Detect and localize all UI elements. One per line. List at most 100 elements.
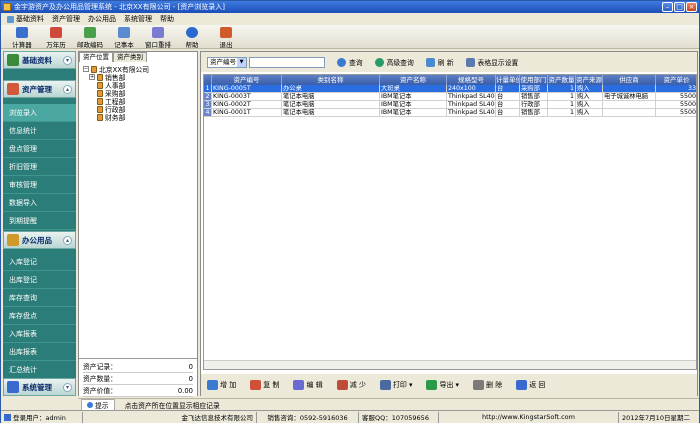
menu-system-manage[interactable]: 系统管理 <box>120 13 156 25</box>
nav-item-data-import[interactable]: 数据导入 <box>3 194 76 212</box>
nav-item-depreciation[interactable]: 折旧管理 <box>3 158 76 176</box>
table-header[interactable]: 类别名称 <box>282 75 380 85</box>
add-button[interactable]: 增 加 <box>207 380 236 390</box>
cell-quantity: 1 <box>548 101 576 109</box>
row-number: 1 <box>204 85 212 93</box>
nav-item-stock-query[interactable]: 库存查询 <box>3 289 76 307</box>
nav-section-system-manage[interactable]: 系统管理 ▾ <box>3 378 76 396</box>
table-header[interactable]: 资产编号 <box>212 75 282 85</box>
reduce-button[interactable]: 减 少 <box>336 380 366 390</box>
cell-model: Thinkpad SL400 <box>447 109 496 117</box>
table-row[interactable]: 3 KING-0002T 笔记本电脑 IBM笔记本 Thinkpad SL400… <box>204 101 696 109</box>
table-settings-button[interactable]: 表格显示设置 <box>465 57 518 67</box>
nav-item-audit[interactable]: 审核管理 <box>3 176 76 194</box>
filter-field-value: 资产编号 <box>210 57 236 66</box>
cell-quantity: 1 <box>548 93 576 101</box>
table-header[interactable]: 资产单价 <box>656 75 696 85</box>
maximize-button[interactable]: □ <box>674 2 685 12</box>
tip-bar: 提示 点击资产所在位置显示相应记录 <box>78 398 699 411</box>
table-header[interactable]: 资产数量 <box>548 75 576 85</box>
menu-help[interactable]: 帮助 <box>156 13 178 25</box>
horizontal-scrollbar[interactable] <box>204 360 696 369</box>
refresh-button[interactable]: 刷 新 <box>425 57 454 67</box>
refresh-icon <box>425 57 435 67</box>
table-row[interactable]: 4 KING-0001T 笔记本电脑 IBM笔记本 Thinkpad SL400… <box>204 109 696 117</box>
edit-button[interactable]: 编 辑 <box>293 380 323 390</box>
nav-item-stock-out-report[interactable]: 出库报表 <box>3 343 76 361</box>
asset-table: 资产编号 类别名称 资产名称 规格型号 计量单位 使用部门 资产数量 资产来源 … <box>203 74 697 370</box>
filter-input[interactable] <box>249 56 325 68</box>
print-icon <box>379 380 391 390</box>
nav-item-stock-in-report[interactable]: 入库报表 <box>3 325 76 343</box>
table-header[interactable]: 供应商 <box>603 75 656 85</box>
status-website[interactable]: http://www.KingstarSoft.com <box>439 411 619 423</box>
expand-icon[interactable]: + <box>89 74 95 80</box>
nav-item-stock-check[interactable]: 库存盘点 <box>3 307 76 325</box>
postcode-button[interactable]: 邮政编码 <box>73 25 107 49</box>
table-header[interactable]: 使用部门 <box>520 75 548 85</box>
nav-item-info-stats[interactable]: 信息统计 <box>3 122 76 140</box>
table-header[interactable]: 资产来源 <box>576 75 603 85</box>
chevron-up-icon[interactable]: ▴ <box>63 236 72 245</box>
cell-model: 240x100 <box>447 85 496 93</box>
table-settings-icon <box>465 57 475 67</box>
nav-item-summary-stats[interactable]: 汇总统计 <box>3 361 76 379</box>
menu-bar: 基础资料 资产管理 办公用品 系统管理 帮助 <box>1 13 699 25</box>
advanced-search-button[interactable]: 高级查询 <box>374 57 414 67</box>
filter-bar: 资产编号 ▼ 查询 高级查询 刷 新 表格显示设置 <box>201 52 697 72</box>
stat-label: 资产价值： <box>83 387 117 395</box>
chevron-down-icon: ▾ <box>455 381 459 389</box>
status-sales-phone: 销售咨询：0592-5916036 <box>257 411 359 423</box>
table-row[interactable]: 1 KING-0005T 办公桌 大班桌 240x100 台 采购部 1 购入 … <box>204 85 696 93</box>
table-header[interactable]: 资产名称 <box>380 75 447 85</box>
nav-item-inventory-check[interactable]: 盘点管理 <box>3 140 76 158</box>
exit-button[interactable]: 退出 <box>209 25 243 49</box>
table-header[interactable]: 计量单位 <box>496 75 520 85</box>
delete-button[interactable]: 删 除 <box>472 380 502 390</box>
nav-item-expiry-reminder[interactable]: 到期提醒 <box>3 212 76 230</box>
nav-item-browse-entry[interactable]: 浏览录入 <box>3 104 76 122</box>
cell-unit: 台 <box>496 101 520 109</box>
nav-section-asset-manage[interactable]: 资产管理 ▴ <box>3 80 76 98</box>
app-icon <box>3 3 11 11</box>
chevron-down-icon[interactable]: ▾ <box>63 56 72 65</box>
export-button[interactable]: 导出 ▾ <box>426 380 459 390</box>
minimize-button[interactable]: – <box>662 2 673 12</box>
cell-category: 笔记本电脑 <box>282 101 380 109</box>
menu-asset-manage[interactable]: 资产管理 <box>48 13 84 25</box>
calendar-button[interactable]: 万年历 <box>39 25 73 49</box>
nav-item-stock-in[interactable]: 入库登记 <box>3 253 76 271</box>
chevron-down-icon[interactable]: ▾ <box>63 383 72 392</box>
cell-quantity: 1 <box>548 85 576 93</box>
return-button[interactable]: 返 回 <box>516 380 545 390</box>
cell-unit-price: 5500 <box>656 101 696 109</box>
nav-item-stock-out[interactable]: 出库登记 <box>3 271 76 289</box>
menu-office-supplies[interactable]: 办公用品 <box>84 13 120 25</box>
window-arrange-button[interactable]: 窗口重排 <box>141 25 175 49</box>
menu-base-data[interactable]: 基础资料 <box>3 13 48 25</box>
close-button[interactable]: × <box>686 2 697 12</box>
row-number: 3 <box>204 101 212 109</box>
nav-section-base-data[interactable]: 基础资料 ▾ <box>3 51 76 69</box>
copy-button[interactable]: 复 制 <box>250 380 279 390</box>
cell-supplier <box>603 101 656 109</box>
filter-field-select[interactable]: 资产编号 ▼ <box>207 56 247 68</box>
cell-department: 行政部 <box>520 101 548 109</box>
cell-asset-name: IBM笔记本 <box>380 109 447 117</box>
nav-section-office-supplies[interactable]: 办公用品 ▴ <box>3 231 76 249</box>
table-row[interactable]: 2 KING-0003T 笔记本电脑 IBM笔记本 Thinkpad SL400… <box>204 93 696 101</box>
table-header[interactable]: 规格型号 <box>447 75 496 85</box>
notepad-button[interactable]: 记事本 <box>107 25 141 49</box>
tree-node-finance[interactable]: 财务部 <box>97 112 125 122</box>
row-number: 2 <box>204 93 212 101</box>
print-button[interactable]: 打印 ▾ <box>379 380 412 390</box>
chevron-up-icon[interactable]: ▴ <box>63 85 72 94</box>
search-button[interactable]: 查询 <box>337 57 363 67</box>
tab-asset-location[interactable]: 资产位置 <box>79 52 113 62</box>
advanced-search-icon <box>374 57 384 67</box>
tab-asset-category[interactable]: 资产类别 <box>113 52 147 62</box>
help-button[interactable]: 帮助 <box>175 25 209 49</box>
calculator-button[interactable]: 计算器 <box>5 25 39 49</box>
cell-department: 销售部 <box>520 109 548 117</box>
cell-asset-name: IBM笔记本 <box>380 93 447 101</box>
